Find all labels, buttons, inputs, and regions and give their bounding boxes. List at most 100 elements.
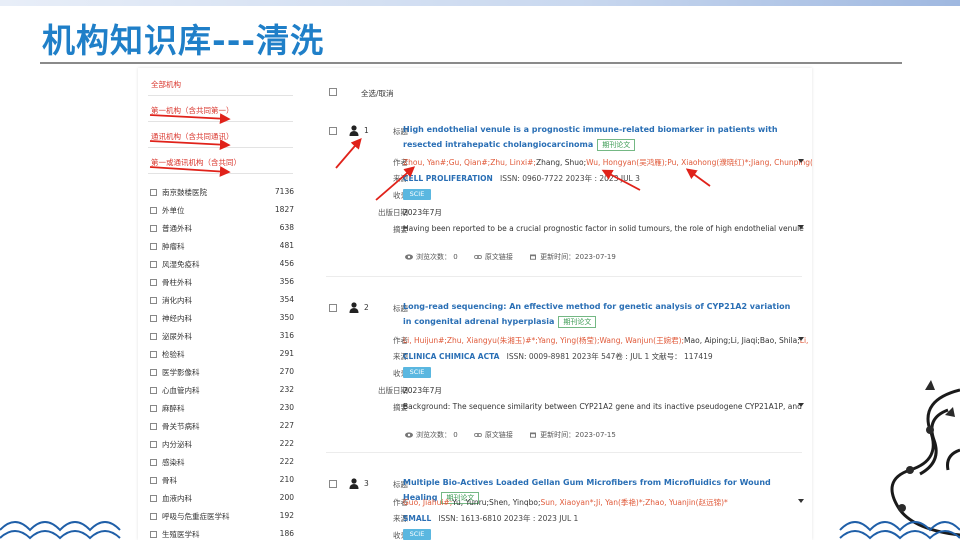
facet-item[interactable]: 普通外科 638 xyxy=(150,223,302,236)
record-pubdate: 2023年7月 xyxy=(403,208,442,217)
facet-item[interactable]: 内分泌科 222 xyxy=(150,439,302,452)
facet-item[interactable]: 检验科 291 xyxy=(150,349,302,362)
facet-checkbox[interactable] xyxy=(150,495,157,502)
journal-name[interactable]: SMALL xyxy=(403,514,431,523)
expand-authors-icon[interactable] xyxy=(798,499,804,503)
authors-plain[interactable]: Zhang, Shuo; xyxy=(536,158,586,167)
authors-highlighted[interactable]: Li, Huijun#;Zhu, Xiangyu(朱湘玉)#*;Yang, Yi… xyxy=(403,336,684,345)
authors-plain[interactable]: Yu, Yunru;Shen, Yinqbo; xyxy=(452,498,540,507)
scie-badge: SCIE xyxy=(403,529,431,540)
facet-count: 192 xyxy=(279,511,294,520)
facet-item[interactable]: 神经内科 350 xyxy=(150,313,302,326)
facet-checkbox[interactable] xyxy=(150,405,157,412)
facet-label: 神经内科 xyxy=(162,314,192,323)
record-title[interactable]: Long-read sequencing: An effective metho… xyxy=(403,299,791,329)
fulltext-link[interactable]: 原文链接 xyxy=(485,431,513,439)
facet-item[interactable]: 医学影像科 270 xyxy=(150,367,302,380)
facet-item[interactable]: 外单位 1827 xyxy=(150,205,302,218)
facet-checkbox[interactable] xyxy=(150,243,157,250)
facet-checkbox[interactable] xyxy=(150,477,157,484)
select-all-label[interactable]: 全选/取消 xyxy=(361,88,394,99)
authors-highlighted[interactable]: Wu, Hongyan(吴鸿雁);Pu, Xiaohong(濮晓红)*;Jian… xyxy=(586,158,812,167)
facet-item[interactable]: 骨柱外科 356 xyxy=(150,277,302,290)
record-title[interactable]: High endothelial venule is a prognostic … xyxy=(403,122,791,152)
scie-badge: SCIE xyxy=(403,367,431,378)
facet-checkbox[interactable] xyxy=(150,225,157,232)
facet-checkbox[interactable] xyxy=(150,189,157,196)
sidebar-divider xyxy=(148,121,293,122)
facet-count: 232 xyxy=(279,385,294,394)
wave-decoration xyxy=(0,521,121,540)
facet-count: 638 xyxy=(279,223,294,232)
journal-name[interactable]: CLINICA CHIMICA ACTA xyxy=(403,352,499,361)
facet-item[interactable]: 骨科 210 xyxy=(150,475,302,488)
facet-count: 354 xyxy=(279,295,294,304)
journal-name[interactable]: CELL PROLIFERATION xyxy=(403,174,493,183)
facet-checkbox[interactable] xyxy=(150,531,157,538)
record-checkbox[interactable] xyxy=(329,127,337,135)
facet-checkbox[interactable] xyxy=(150,459,157,466)
facet-count: 456 xyxy=(279,259,294,268)
facet-count: 227 xyxy=(279,421,294,430)
facet-checkbox[interactable] xyxy=(150,441,157,448)
record-stats: 浏览次数： 0 原文链接 更新时间：2023-07-19 xyxy=(405,252,630,262)
authors-highlighted[interactable]: Zhou, Yan#;Gu, Qian#;Zhu, Linxi#; xyxy=(403,158,536,167)
facet-item[interactable]: 肿瘤科 481 xyxy=(150,241,302,254)
facet-checkbox[interactable] xyxy=(150,423,157,430)
facet-checkbox[interactable] xyxy=(150,333,157,340)
expand-authors-icon[interactable] xyxy=(798,159,804,163)
facet-count: 1827 xyxy=(274,205,294,214)
facet-item[interactable]: 生殖医学科 186 xyxy=(150,529,302,540)
facet-item[interactable]: 泌尿外科 316 xyxy=(150,331,302,344)
facet-checkbox[interactable] xyxy=(150,261,157,268)
facet-checkbox[interactable] xyxy=(150,207,157,214)
facet-label: 呼吸与危重症医学科 xyxy=(162,512,230,521)
facet-item[interactable]: 感染科 222 xyxy=(150,457,302,470)
facet-label: 心血管内科 xyxy=(162,386,200,395)
facet-checkbox[interactable] xyxy=(150,369,157,376)
fulltext-link[interactable]: 原文链接 xyxy=(485,253,513,261)
facet-checkbox[interactable] xyxy=(150,315,157,322)
facet-count: 200 xyxy=(279,493,294,502)
record-checkbox[interactable] xyxy=(329,480,337,488)
facet-label: 普通外科 xyxy=(162,224,192,233)
record-source: SMALL ISSN: 1613-6810 2023年 : 2023 JUL 1 xyxy=(403,513,578,524)
expand-authors-icon[interactable] xyxy=(798,337,804,341)
facet-checkbox[interactable] xyxy=(150,513,157,520)
facet-item[interactable]: 骨关节病科 227 xyxy=(150,421,302,434)
facet-checkbox[interactable] xyxy=(150,351,157,358)
record-number: 2 xyxy=(364,303,369,312)
authors-plain[interactable]: Mao, Aiping;Li, Jiaqi;Bao, Shila; xyxy=(684,336,800,345)
record-checkbox[interactable] xyxy=(329,304,337,312)
expand-abstract-icon[interactable] xyxy=(798,225,804,229)
facet-count: 291 xyxy=(279,349,294,358)
select-all-checkbox[interactable] xyxy=(329,88,337,96)
facet-item[interactable]: 风湿免疫科 456 xyxy=(150,259,302,272)
record-title-text[interactable]: Long-read sequencing: An effective metho… xyxy=(403,302,790,326)
record-title-text[interactable]: High endothelial venule is a prognostic … xyxy=(403,125,778,149)
calendar-icon xyxy=(530,432,537,438)
facet-item[interactable]: 麻醉科 230 xyxy=(150,403,302,416)
first-or-corresponding-link[interactable]: 第一或通讯机构（含共同） xyxy=(151,157,241,168)
record-authors: Zhou, Yan#;Gu, Qian#;Zhu, Linxi#;Zhang, … xyxy=(403,157,812,168)
facet-label: 生殖医学科 xyxy=(162,530,200,539)
authors-highlighted[interactable]: Sun, Xiaoyan*;Ji, Yan(季艳)*;Zhao, Yuanjin… xyxy=(541,498,728,507)
facet-item[interactable]: 呼吸与危重症医学科 192 xyxy=(150,511,302,524)
first-institution-link[interactable]: 第一机构（含共同第一） xyxy=(151,105,234,116)
record-stats: 浏览次数： 0 原文链接 更新时间：2023-07-15 xyxy=(405,430,630,440)
record-divider xyxy=(326,452,802,453)
facet-label: 外单位 xyxy=(162,206,185,215)
facet-item[interactable]: 南京鼓楼医院 7136 xyxy=(150,187,302,200)
all-institutions-link[interactable]: 全部机构 xyxy=(151,79,181,90)
expand-abstract-icon[interactable] xyxy=(798,403,804,407)
facet-label: 消化内科 xyxy=(162,296,192,305)
facet-item[interactable]: 消化内科 354 xyxy=(150,295,302,308)
facet-checkbox[interactable] xyxy=(150,297,157,304)
facet-checkbox[interactable] xyxy=(150,387,157,394)
facet-item[interactable]: 血液内科 200 xyxy=(150,493,302,506)
top-accent-bar xyxy=(0,0,960,6)
facet-item[interactable]: 心血管内科 232 xyxy=(150,385,302,398)
corresponding-institution-link[interactable]: 通讯机构（含共同通讯） xyxy=(151,131,234,142)
facet-checkbox[interactable] xyxy=(150,279,157,286)
authors-highlighted[interactable]: Guo, Jiahui#; xyxy=(403,498,452,507)
